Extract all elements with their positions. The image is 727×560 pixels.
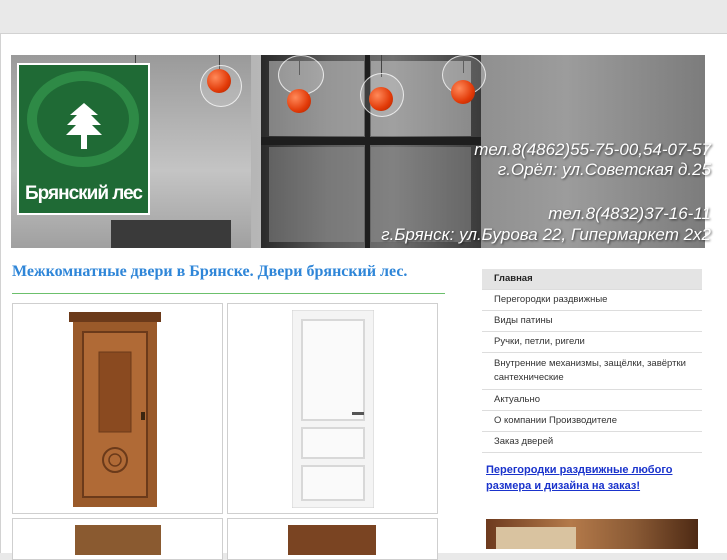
- contact-phone-bryansk: тел.8(4832)37-16-11: [548, 204, 711, 223]
- sidebar-item-patina[interactable]: Виды патины: [482, 311, 702, 332]
- product-card-wood-door[interactable]: [12, 303, 223, 514]
- sidebar-item-handles[interactable]: Ручки, петли, ригели: [482, 332, 702, 353]
- promo-image-detail: [496, 527, 576, 549]
- contact-address-orel: г.Орёл: ул.Советская д.25: [497, 160, 711, 179]
- sidebar-item-about[interactable]: О компании Производителе: [482, 411, 702, 432]
- sidebar-item-mechanisms[interactable]: Внутренние механизмы, защёлки, завёртки …: [482, 353, 702, 390]
- contact-phone-orel: тел.8(4862)55-75-00,54-07-57: [474, 140, 711, 159]
- white-door-image: [292, 310, 374, 508]
- product-card-door-3[interactable]: [12, 518, 223, 560]
- brand-logo[interactable]: Брянский лес: [17, 63, 150, 215]
- title-divider: [12, 293, 445, 294]
- logo-text: Брянский лес: [25, 183, 143, 204]
- promo-partitions-link[interactable]: Перегородки раздвижные любого размера и …: [486, 462, 686, 494]
- banner-furniture: [111, 220, 231, 248]
- sidebar-nav: Главная Перегородки раздвижные Виды пати…: [482, 269, 702, 453]
- wooden-door-image: [69, 312, 161, 507]
- product-card-white-door[interactable]: [227, 303, 438, 514]
- sidebar-item-order[interactable]: Заказ дверей: [482, 432, 702, 453]
- tree-icon: [66, 103, 102, 149]
- sidebar-item-sliding-partitions[interactable]: Перегородки раздвижные: [482, 290, 702, 311]
- product-card-door-4[interactable]: [227, 518, 438, 560]
- sidebar-item-home[interactable]: Главная: [482, 269, 702, 290]
- page-title: Межкомнатные двери в Брянске. Двери брян…: [12, 263, 408, 280]
- contact-address-bryansk: г.Брянск: ул.Бурова 22, Гипермаркет 2х2: [381, 225, 711, 244]
- sidebar-item-news[interactable]: Актуально: [482, 390, 702, 411]
